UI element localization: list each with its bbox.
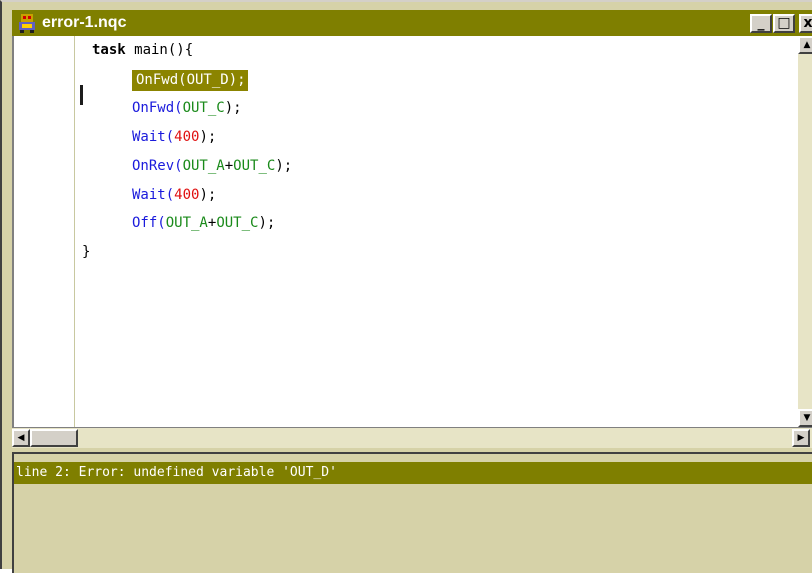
maximize-button[interactable]: □ [773, 14, 795, 33]
code-token: ); [224, 100, 242, 116]
code-line[interactable]: OnFwd(OUT_C); [132, 94, 242, 123]
window-title: error-1.nqc [42, 14, 127, 31]
error-message[interactable]: line 2: Error: undefined variable 'OUT_D… [14, 462, 812, 484]
arrow-left-icon[interactable]: ◀ [12, 429, 30, 447]
minimize-button[interactable]: _ [750, 14, 772, 33]
code-token: Off( [132, 215, 166, 231]
nqc-robot-icon [19, 14, 35, 33]
code-line[interactable]: Wait(400); [132, 181, 216, 210]
vertical-scrollbar[interactable]: ▲ ▼ [798, 36, 812, 427]
code-line[interactable]: OnRev(OUT_A+OUT_C); [132, 152, 292, 181]
editor-window: error-1.nqc _ □ x task main(){OnFwd(OUT_… [0, 0, 812, 573]
code-line[interactable]: Off(OUT_A+OUT_C); [132, 209, 275, 238]
code-editor[interactable]: task main(){OnFwd(OUT_D); OnFwd(OUT_C); Wa… [12, 36, 812, 427]
code-token: OnRev( [132, 158, 183, 174]
code-token: main(){ [125, 42, 194, 58]
code-token: OUT_C [216, 215, 259, 231]
arrow-right-icon[interactable]: ▶ [792, 429, 810, 447]
code-token: Wait( [132, 129, 175, 145]
code-line[interactable]: } [82, 238, 90, 267]
code-token: OUT_C [233, 158, 276, 174]
code-line[interactable]: Wait(400); [132, 123, 216, 152]
error-output-panel: line 2: Error: undefined variable 'OUT_D… [12, 452, 812, 573]
title-bar[interactable]: error-1.nqc _ □ x [12, 10, 812, 36]
code-text[interactable]: task main(){OnFwd(OUT_D); OnFwd(OUT_C); Wa… [82, 36, 798, 427]
code-line[interactable]: task main(){ [92, 36, 193, 65]
code-token: 400 [174, 129, 200, 145]
code-token: OUT_C [182, 100, 225, 116]
code-token: } [82, 244, 91, 260]
code-token: OnFwd(OUT_D); [132, 70, 248, 91]
code-token: OUT_A [165, 215, 208, 231]
editor-gutter [14, 36, 72, 427]
horizontal-scrollbar[interactable]: ◀ ▶ [12, 427, 812, 448]
code-token: OnFwd( [132, 100, 183, 116]
close-button[interactable]: x [799, 14, 812, 33]
code-token: OUT_A [182, 158, 225, 174]
code-token: task [92, 42, 126, 58]
code-line[interactable]: OnFwd(OUT_D); [132, 66, 248, 95]
code-token: ); [199, 187, 217, 203]
code-token: ); [199, 129, 217, 145]
code-token: ); [258, 215, 276, 231]
code-token: Wait( [132, 187, 175, 203]
code-token: ); [275, 158, 293, 174]
code-token: 400 [174, 187, 200, 203]
gutter-divider [74, 36, 75, 427]
arrow-down-icon[interactable]: ▼ [798, 409, 812, 427]
horizontal-scroll-thumb[interactable] [30, 429, 78, 447]
arrow-up-icon[interactable]: ▲ [798, 36, 812, 54]
code-token: + [224, 158, 234, 174]
